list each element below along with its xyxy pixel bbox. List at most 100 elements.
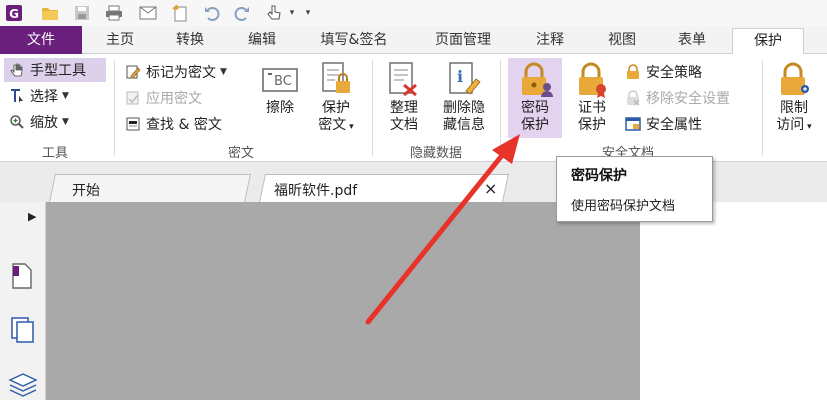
tooltip: 密码保护 使用密码保护文档 bbox=[556, 156, 713, 222]
hand-tool-button[interactable]: 手型工具 bbox=[4, 58, 106, 82]
doc-tab-file-label: 福昕软件.pdf bbox=[274, 183, 358, 199]
mark-redaction-button[interactable]: 标记为密文 ▼ bbox=[124, 60, 227, 84]
password-protect-line2: 保护 bbox=[521, 117, 549, 133]
tab-page-management[interactable]: 页面管理 bbox=[418, 28, 508, 54]
chevron-down-icon: ▼ bbox=[62, 91, 69, 101]
svg-text:i: i bbox=[457, 67, 463, 86]
layers-icon[interactable] bbox=[8, 370, 38, 400]
delete-hidden-info-line1: 删除隐 bbox=[443, 100, 485, 116]
remove-security-button[interactable]: 移除安全设置 bbox=[624, 86, 730, 110]
print-icon[interactable] bbox=[104, 3, 124, 23]
group-divider bbox=[762, 60, 763, 156]
hand-pointer-icon[interactable] bbox=[264, 3, 284, 23]
select-button[interactable]: 选择 ▼ bbox=[8, 84, 69, 108]
certificate-protect-label: 证书 保护 bbox=[578, 100, 606, 134]
redo-icon[interactable] bbox=[232, 3, 252, 23]
tab-protect[interactable]: 保护 bbox=[732, 28, 804, 56]
password-protect-label: 密码 保护 bbox=[521, 100, 549, 134]
protect-redaction-line2: 密文 bbox=[318, 117, 347, 133]
restrict-lock-icon bbox=[774, 60, 814, 100]
group-label-redaction: 密文 bbox=[227, 146, 254, 161]
app-logo-icon: G bbox=[4, 3, 24, 23]
group-label-tools: 工具 bbox=[41, 146, 68, 161]
mark-redaction-label: 标记为密文 bbox=[146, 65, 216, 81]
navigation-panel: ▶ bbox=[0, 202, 46, 400]
group-divider bbox=[114, 60, 115, 156]
find-redact-icon bbox=[124, 115, 142, 133]
document-view bbox=[46, 202, 640, 400]
protect-redaction-label: 保护 密文 ▾ bbox=[318, 100, 354, 133]
doc-tab-start-label: 开始 bbox=[72, 183, 100, 199]
hand-tool-label: 手型工具 bbox=[30, 63, 86, 79]
svg-text:BC: BC bbox=[274, 74, 292, 89]
open-folder-icon[interactable] bbox=[40, 3, 60, 23]
delete-hidden-info-icon: i bbox=[444, 60, 484, 100]
organize-doc-line2: 文档 bbox=[390, 117, 418, 133]
certificate-protect-line1: 证书 bbox=[578, 100, 606, 116]
restrict-access-button[interactable]: 限制 访问 ▾ bbox=[768, 58, 820, 138]
select-label: 选择 bbox=[30, 89, 58, 105]
quick-access-toolbar: G ▾ ▾ bbox=[0, 0, 827, 26]
document-page-area bbox=[640, 202, 827, 400]
group-divider bbox=[372, 60, 373, 156]
delete-hidden-info-button[interactable]: i 删除隐 藏信息 bbox=[434, 58, 494, 138]
group-divider bbox=[500, 60, 501, 156]
tab-view[interactable]: 视图 bbox=[596, 28, 648, 54]
qat-more-icon[interactable]: ▾ bbox=[302, 3, 314, 23]
password-protect-button[interactable]: 密码 保护 bbox=[508, 58, 562, 138]
new-doc-icon[interactable] bbox=[170, 3, 190, 23]
delete-hidden-info-line2: 藏信息 bbox=[443, 117, 485, 133]
restrict-access-line2: 访问 bbox=[776, 117, 805, 133]
chevron-down-icon: ▼ bbox=[220, 67, 227, 77]
security-properties-icon bbox=[624, 115, 642, 133]
find-redact-button[interactable]: 查找 & 密文 bbox=[124, 112, 222, 136]
tooltip-title: 密码保护 bbox=[571, 168, 627, 184]
undo-icon[interactable] bbox=[202, 3, 222, 23]
protect-redaction-line1: 保护 bbox=[321, 100, 350, 116]
erase-label: 擦除 bbox=[266, 100, 294, 116]
tab-fill-sign[interactable]: 填写&签名 bbox=[308, 28, 400, 54]
hand-icon bbox=[8, 61, 26, 79]
apply-redaction-button[interactable]: 应用密文 bbox=[124, 86, 202, 110]
tooltip-description: 使用密码保护文档 bbox=[571, 199, 676, 214]
mail-icon[interactable] bbox=[138, 3, 158, 23]
eraser-icon: BC bbox=[260, 60, 300, 100]
close-tab-icon[interactable]: × bbox=[484, 179, 497, 198]
remove-security-label: 移除安全设置 bbox=[646, 91, 730, 107]
zoom-button[interactable]: 缩放 ▼ bbox=[8, 110, 69, 134]
remove-lock-icon bbox=[624, 89, 642, 107]
mark-redaction-icon bbox=[124, 63, 142, 81]
policy-lock-icon bbox=[624, 63, 642, 81]
page-thumbnails-icon[interactable] bbox=[10, 262, 34, 294]
apply-redaction-icon bbox=[124, 89, 142, 107]
tab-edit[interactable]: 编辑 bbox=[236, 28, 288, 54]
restrict-access-label: 限制 访问 ▾ bbox=[776, 100, 812, 133]
security-properties-button[interactable]: 安全属性 bbox=[624, 112, 702, 136]
organize-doc-line1: 整理 bbox=[390, 100, 418, 116]
find-redact-label: 查找 & 密文 bbox=[146, 117, 222, 133]
tab-form[interactable]: 表单 bbox=[666, 28, 718, 54]
qat-dropdown-icon[interactable]: ▾ bbox=[286, 3, 298, 23]
certificate-protect-button[interactable]: 证书 保护 bbox=[566, 58, 618, 138]
group-label-hidden-data: 隐藏数据 bbox=[409, 146, 462, 161]
organize-doc-label: 整理 文档 bbox=[390, 100, 418, 134]
protect-redaction-button[interactable]: 保护 密文 ▾ bbox=[310, 58, 362, 138]
tab-home[interactable]: 主页 bbox=[94, 28, 146, 54]
erase-button[interactable]: BC 擦除 bbox=[254, 58, 306, 138]
pages-icon[interactable] bbox=[10, 316, 36, 348]
tab-convert[interactable]: 转换 bbox=[164, 28, 216, 54]
save-icon[interactable] bbox=[72, 3, 92, 23]
tab-comment[interactable]: 注释 bbox=[524, 28, 576, 54]
password-lock-icon bbox=[515, 60, 555, 100]
password-protect-line1: 密码 bbox=[521, 100, 549, 116]
zoom-icon bbox=[8, 113, 26, 131]
certificate-protect-line2: 保护 bbox=[578, 117, 606, 133]
organize-doc-button[interactable]: 整理 文档 bbox=[378, 58, 430, 138]
security-policy-button[interactable]: 安全策略 bbox=[624, 60, 702, 84]
expand-panel-icon[interactable]: ▶ bbox=[28, 210, 36, 223]
protect-doc-icon bbox=[316, 60, 356, 100]
tab-file[interactable]: 文件 bbox=[0, 26, 82, 54]
ribbon: 手型工具 选择 ▼ 缩放 ▼ 工具 标记为密文 ▼ 应用密文 查找 & 密文 B… bbox=[0, 54, 827, 162]
security-policy-label: 安全策略 bbox=[646, 65, 702, 81]
svg-text:G: G bbox=[9, 7, 19, 21]
